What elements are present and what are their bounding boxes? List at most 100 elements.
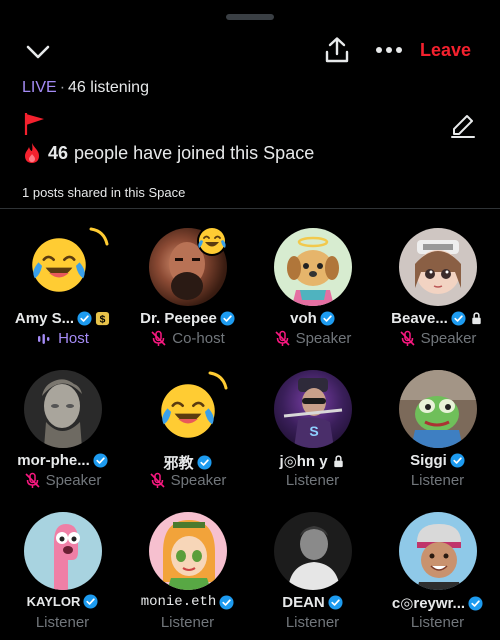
mic-muted-icon: [274, 330, 290, 346]
joined-count: 46: [48, 142, 69, 163]
live-label: LIVE: [22, 79, 57, 96]
avatar: [399, 370, 477, 448]
participant-name: Siggi: [410, 452, 447, 469]
laughing-crying-emoji-icon: [197, 226, 227, 256]
verified-badge-icon: [196, 455, 212, 470]
participant-name-row: DEAN: [250, 594, 375, 611]
participant-card[interactable]: monie.eth Listener: [125, 506, 250, 640]
participant-name: monie.eth: [140, 594, 217, 610]
audio-bars-icon: [38, 334, 50, 344]
participant-role-row: Listener: [250, 472, 375, 489]
participant-name-row: monie.eth: [125, 594, 250, 610]
participant-card[interactable]: KAYLOR Listener: [0, 506, 125, 640]
fire-icon: [25, 143, 39, 163]
avatar: [24, 370, 102, 448]
mic-muted-icon: [149, 472, 165, 488]
avatar: [399, 228, 477, 306]
participant-role: Speaker: [45, 472, 102, 489]
participant-name: 邪教: [163, 455, 194, 472]
avatar: [274, 512, 352, 590]
participant-role-row: Speaker: [375, 330, 500, 347]
speaking-arc-icon: [89, 227, 109, 246]
mic-muted-icon: [151, 330, 166, 346]
participant-name-row: 邪教: [125, 452, 250, 473]
participant-role-row: Host: [0, 330, 125, 347]
participant-name-row: c◎reywr...: [375, 594, 500, 612]
participant-card[interactable]: c◎reywr... Listener: [375, 506, 500, 640]
more-options-icon[interactable]: [372, 36, 406, 64]
svg-text:S: S: [309, 423, 318, 439]
participant-role-row: Listener: [375, 472, 500, 489]
report-flag-icon[interactable]: [22, 111, 48, 137]
participant-name-row: KAYLOR: [0, 594, 125, 609]
drag-handle[interactable]: [226, 14, 274, 20]
mic-muted-icon: [24, 472, 40, 488]
leave-button[interactable]: Leave: [420, 40, 471, 61]
participant-card[interactable]: Siggi Listener: [375, 364, 500, 504]
space-sheet: Leave LIVE · 46 listening 46 people have j…: [0, 0, 500, 640]
participant-role: Co-host: [172, 330, 225, 347]
participant-name: DEAN: [282, 594, 325, 611]
participant-role-row: Listener: [0, 614, 125, 631]
participant-card[interactable]: mor-phe... Speaker: [0, 364, 125, 504]
participant-card[interactable]: Dr. Peepee Co-host: [125, 222, 250, 362]
participant-name-row: voh: [250, 310, 375, 327]
participant-role: Listener: [160, 614, 215, 631]
verified-badge-icon: [220, 311, 235, 326]
collapse-chevron-icon[interactable]: [22, 36, 54, 68]
verified-badge-icon: [328, 595, 343, 610]
participant-role-row: Speaker: [125, 472, 250, 489]
participant-card[interactable]: Amy S... $ Host: [0, 222, 125, 362]
participant-role: Listener: [285, 614, 340, 631]
participant-role: Speaker: [170, 472, 227, 489]
participant-role: Listener: [285, 472, 340, 489]
participant-role: Host: [58, 330, 89, 347]
participant-card[interactable]: DEAN Listener: [250, 506, 375, 640]
participant-card[interactable]: voh Speaker: [250, 222, 375, 362]
participant-name-row: Siggi: [375, 452, 500, 469]
participant-role: Speaker: [295, 330, 352, 347]
verified-badge-icon: [451, 311, 466, 326]
participant-name: voh: [290, 310, 317, 327]
avatar: [274, 228, 352, 306]
participant-card[interactable]: 邪教 Speaker: [125, 364, 250, 504]
participant-name: KAYLOR: [26, 594, 81, 609]
verified-badge-icon: [93, 453, 108, 468]
participant-role-row: Listener: [375, 614, 500, 631]
lock-icon: [333, 454, 343, 467]
participant-role: Listener: [35, 614, 90, 631]
verified-badge-icon: [320, 311, 335, 326]
posts-shared-link[interactable]: 1 posts shared in this Space: [22, 185, 185, 200]
edit-pencil-icon[interactable]: [448, 110, 478, 140]
participant-card[interactable]: Beave... Speaker: [375, 222, 500, 362]
participant-name: Dr. Peepee: [140, 310, 217, 327]
participant-name: Amy S...: [14, 310, 75, 327]
participant-name-row: Beave...: [375, 310, 500, 327]
verified-badge-icon: [77, 311, 92, 326]
verified-badge-icon: [83, 594, 98, 609]
participant-role-row: Listener: [250, 614, 375, 631]
mic-muted-icon: [399, 330, 415, 346]
live-status: LIVE · 46 listening: [22, 79, 149, 97]
participant-name: Beave...: [391, 310, 448, 327]
participant-card[interactable]: S j◎hn y Listener: [250, 364, 375, 504]
avatar: [149, 512, 227, 590]
participant-role: Speaker: [420, 330, 477, 347]
svg-text:$: $: [100, 314, 106, 325]
avatar: [24, 512, 102, 590]
avatar: S: [274, 370, 352, 448]
verified-badge-icon: [468, 595, 483, 611]
participant-name: mor-phe...: [17, 452, 90, 469]
participant-role: Listener: [410, 614, 465, 631]
listening-count: 46 listening: [68, 79, 149, 96]
participant-role: Listener: [410, 472, 465, 489]
verified-badge-icon: [450, 453, 465, 468]
laughing-crying-emoji-icon: [32, 238, 86, 292]
participant-name-row: mor-phe...: [0, 452, 125, 469]
lock-icon: [472, 312, 481, 325]
share-icon[interactable]: [322, 34, 352, 66]
speaking-arc-icon: [208, 371, 228, 390]
participant-name-row: Amy S... $: [0, 310, 125, 327]
verified-badge-icon: [219, 594, 234, 610]
avatar: [399, 512, 477, 590]
